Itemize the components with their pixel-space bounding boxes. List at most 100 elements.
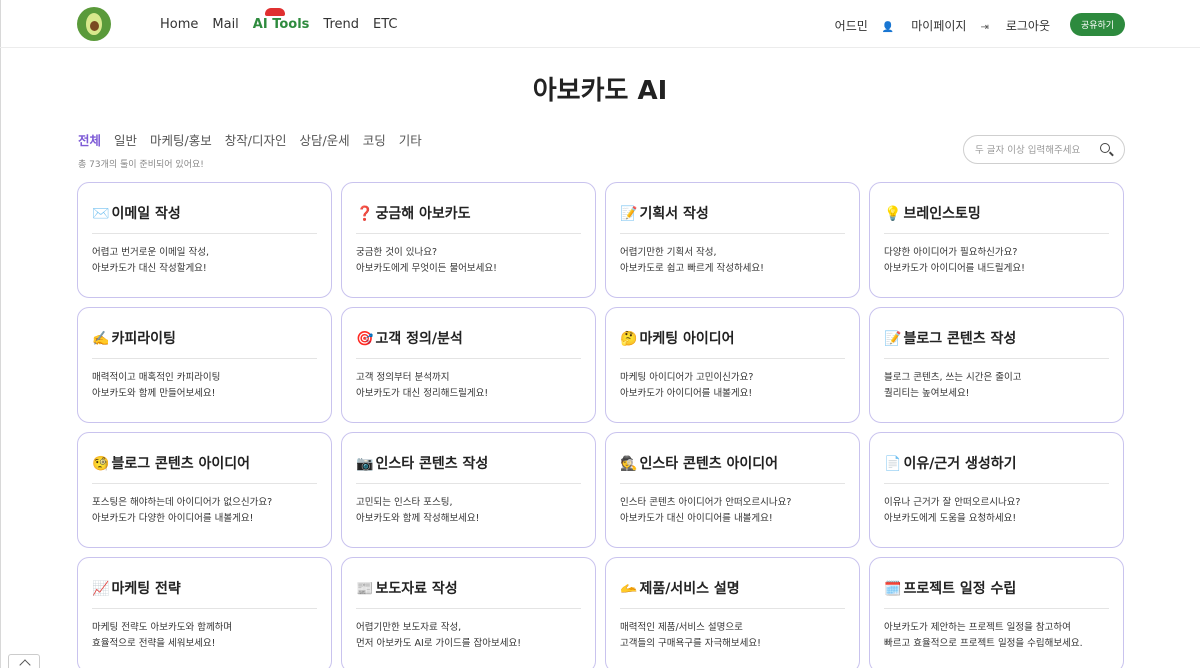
category-filters: 전체 일반 마케팅/홍보 창작/디자인 상담/운세 코딩 기타: [78, 130, 435, 149]
tool-card-insta-content[interactable]: 📷 인스타 콘텐츠 작성 고민되는 인스타 포스팅, 아보카도와 함께 작성해보세요…: [341, 432, 596, 548]
tool-card-marketing-strategy[interactable]: 📈 마케팅 전략 마케팅 전략도 아보카도와 함께하며 효율적으로 전략을 세워보세…: [77, 557, 332, 668]
user-utilities: 어드민 👤 마이페이지 ⇥ 로그아웃: [821, 17, 1050, 34]
tool-card-blog-idea[interactable]: 🧐 블로그 콘텐츠 아이디어 포스팅은 해야하는데 아이디어가 없으신가요? 아보카…: [77, 432, 332, 548]
filter-etc[interactable]: 기타: [399, 130, 422, 149]
card-divider: [356, 358, 581, 359]
card-divider: [884, 608, 1109, 609]
calendar-icon: 🗓️: [884, 581, 902, 597]
scroll-to-top-button[interactable]: [8, 654, 40, 668]
card-title: 💡 브레인스토밍: [884, 206, 981, 222]
nav-home[interactable]: Home: [160, 17, 198, 32]
new-badge-icon: [264, 8, 285, 16]
card-title: ✍️ 카피라이팅: [92, 331, 176, 347]
card-title: 📄 이유/근거 생성하기: [884, 456, 1017, 472]
main-nav: Home Mail AI Tools Trend ETC: [160, 8, 412, 32]
question-mark-icon: ❓: [356, 206, 374, 222]
nav-etc[interactable]: ETC: [373, 17, 397, 32]
card-description: 고민되는 인스타 포스팅, 아보카도와 함께 작성해보세요!: [356, 497, 480, 524]
tool-card-ask-avocado[interactable]: ❓ 궁금해 아보카도 궁금한 것이 있나요? 아보카도에게 무엇이든 물어보세요!: [341, 182, 596, 298]
mypage-label: 마이페이지: [911, 19, 967, 33]
card-title: 📝 블로그 콘텐츠 작성: [884, 331, 1017, 347]
filter-all[interactable]: 전체: [78, 130, 101, 149]
thinking-face-icon: 🤔: [620, 331, 638, 347]
filter-coding[interactable]: 코딩: [363, 130, 386, 149]
top-header: Home Mail AI Tools Trend ETC 어드민 👤 마이페이지 …: [0, 0, 1200, 48]
tool-card-reason-generator[interactable]: 📄 이유/근거 생성하기 이유나 근거가 잘 안떠오르시나요? 아보카도에게 도움을…: [869, 432, 1124, 548]
card-description: 인스타 콘텐츠 아이디어가 안떠오르시나요? 아보카도가 대신 아이디어를 내볼게…: [620, 497, 792, 524]
filter-general[interactable]: 일반: [114, 130, 137, 149]
mypage-link[interactable]: 👤 마이페이지: [882, 17, 967, 34]
card-title: 🫴 제품/서비스 설명: [620, 581, 740, 597]
chart-increasing-icon: 📈: [92, 581, 110, 597]
avocado-logo-icon[interactable]: [77, 7, 111, 41]
envelope-icon: ✉️: [92, 206, 110, 222]
memo-icon: 📝: [884, 331, 902, 347]
card-description: 포스팅은 해야하는데 아이디어가 없으신가요? 아보카도가 다양한 아이디어를 내…: [92, 497, 273, 524]
filter-marketing[interactable]: 마케팅/홍보: [150, 130, 212, 149]
logout-label: 로그아웃: [1005, 19, 1050, 33]
light-bulb-icon: 💡: [884, 206, 902, 222]
card-title: 🎯 고객 정의/분석: [356, 331, 463, 347]
card-description: 블로그 콘텐츠, 쓰는 시간은 줄이고 퀄리티는 높여보세요!: [884, 372, 1022, 399]
memo-icon: 📝: [620, 206, 638, 222]
tool-card-product-description[interactable]: 🫴 제품/서비스 설명 매력적인 제품/서비스 설명으로 고객들의 구매욕구를 자극…: [605, 557, 860, 668]
card-description: 이유나 근거가 잘 안떠오르시나요? 아보카도에게 도움을 요청하세요!: [884, 497, 1021, 524]
card-title: 🧐 블로그 콘텐츠 아이디어: [92, 456, 250, 472]
nav-ai-tools[interactable]: AI Tools: [252, 8, 310, 32]
card-divider: [620, 233, 845, 234]
filter-creative-design[interactable]: 창작/디자인: [225, 130, 287, 149]
card-divider: [92, 358, 317, 359]
tool-card-customer-analysis[interactable]: 🎯 고객 정의/분석 고객 정의부터 분석까지 아보카도가 대신 정리해드릴게요!: [341, 307, 596, 423]
tool-card-proposal[interactable]: 📝 기획서 작성 어렵기만한 기획서 작성, 아보카도로 쉽고 빠르게 작성하세요!: [605, 182, 860, 298]
card-divider: [884, 233, 1109, 234]
card-title: 📰 보도자료 작성: [356, 581, 458, 597]
page-title: 아보카도 AI: [532, 76, 668, 106]
search-input[interactable]: [975, 142, 1095, 158]
search-icon[interactable]: [1100, 143, 1110, 153]
nav-trend[interactable]: Trend: [323, 17, 359, 32]
card-divider: [356, 483, 581, 484]
nav-ai-tools-label: AI Tools: [252, 17, 310, 32]
monocle-face-icon: 🧐: [92, 456, 110, 472]
card-description: 어렵기만한 기획서 작성, 아보카도로 쉽고 빠르게 작성하세요!: [620, 247, 764, 274]
card-description: 궁금한 것이 있나요? 아보카도에게 무엇이든 물어보세요!: [356, 247, 497, 274]
share-button[interactable]: 공유하기: [1070, 13, 1125, 36]
logout-link[interactable]: ⇥ 로그아웃: [980, 17, 1050, 34]
tool-card-blog-content[interactable]: 📝 블로그 콘텐츠 작성 블로그 콘텐츠, 쓰는 시간은 줄이고 퀄리티는 높여보세…: [869, 307, 1124, 423]
filter-counseling-fortune[interactable]: 상담/운세: [299, 130, 349, 149]
tool-card-insta-idea[interactable]: 🕵️ 인스타 콘텐츠 아이디어 인스타 콘텐츠 아이디어가 안떠오르시나요? 아보카…: [605, 432, 860, 548]
writing-hand-icon: ✍️: [92, 331, 110, 347]
card-description: 아보카도가 제안하는 프로젝트 일정을 참고하여 빠르고 효율적으로 프로젝트 일…: [884, 622, 1083, 649]
card-divider: [620, 483, 845, 484]
card-description: 다양한 아이디어가 필요하신가요? 아보카도가 아이디어를 내드릴게요!: [884, 247, 1025, 274]
card-divider: [620, 608, 845, 609]
tool-card-copywriting[interactable]: ✍️ 카피라이팅 매력적이고 매혹적인 카피라이팅 아보카도와 함께 만들어보세요!: [77, 307, 332, 423]
tool-card-grid: ✉️ 이메일 작성 어렵고 번거로운 이메일 작성, 아보카도가 대신 작성할게요!…: [77, 182, 1125, 668]
card-title: 📝 기획서 작성: [620, 206, 709, 222]
card-title: ❓ 궁금해 아보카도: [356, 206, 471, 222]
tool-card-project-schedule[interactable]: 🗓️ 프로젝트 일정 수립 아보카도가 제안하는 프로젝트 일정을 참고하여 빠르고…: [869, 557, 1124, 668]
card-divider: [92, 608, 317, 609]
card-divider: [884, 483, 1109, 484]
newspaper-icon: 📰: [356, 581, 374, 597]
search-box: [963, 135, 1125, 164]
tool-card-brainstorming[interactable]: 💡 브레인스토밍 다양한 아이디어가 필요하신가요? 아보카도가 아이디어를 내드릴…: [869, 182, 1124, 298]
card-description: 고객 정의부터 분석까지 아보카도가 대신 정리해드릴게요!: [356, 372, 489, 399]
card-title: 🕵️ 인스타 콘텐츠 아이디어: [620, 456, 778, 472]
card-divider: [884, 358, 1109, 359]
tool-card-press-release[interactable]: 📰 보도자료 작성 어렵기만한 보도자료 작성, 먼저 아보카도 AI로 가이드를 …: [341, 557, 596, 668]
card-title: ✉️ 이메일 작성: [92, 206, 181, 222]
tool-card-marketing-idea[interactable]: 🤔 마케팅 아이디어 마케팅 아이디어가 고민이신가요? 아보카도가 아이디어를 내…: [605, 307, 860, 423]
nav-mail[interactable]: Mail: [212, 17, 238, 32]
card-title: 🗓️ 프로젝트 일정 수립: [884, 581, 1017, 597]
card-description: 어렵고 번거로운 이메일 작성, 아보카도가 대신 작성할게요!: [92, 247, 209, 274]
card-description: 매력적인 제품/서비스 설명으로 고객들의 구매욕구를 자극해보세요!: [620, 622, 761, 649]
palm-up-hand-icon: 🫴: [620, 581, 638, 597]
card-title: 🤔 마케팅 아이디어: [620, 331, 735, 347]
card-divider: [92, 233, 317, 234]
tool-card-email[interactable]: ✉️ 이메일 작성 어렵고 번거로운 이메일 작성, 아보카도가 대신 작성할게요!: [77, 182, 332, 298]
card-description: 매력적이고 매혹적인 카피라이팅 아보카도와 함께 만들어보세요!: [92, 372, 221, 399]
card-title: 📷 인스타 콘텐츠 작성: [356, 456, 489, 472]
logout-icon: ⇥: [980, 22, 989, 33]
admin-link[interactable]: 어드민: [835, 17, 868, 34]
